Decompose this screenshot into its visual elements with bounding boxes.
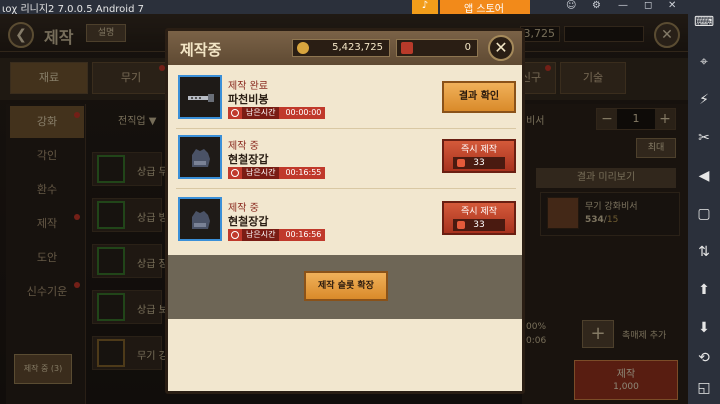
maximize-icon[interactable]: ◻ <box>644 0 652 11</box>
app-store-button[interactable]: 앱 스토어 <box>440 0 530 14</box>
craft-slot: 제작 중 현철장갑 남은시간 00:16:55 즉시 제작 33 <box>176 131 516 189</box>
remaining-time: 남은시간 00:00:00 <box>228 107 326 119</box>
close-icon[interactable]: ✕ <box>488 35 514 61</box>
modal-title: 제작중 <box>180 41 222 59</box>
instant-craft-button[interactable]: 즉시 제작 33 <box>442 139 516 173</box>
craft-slot: 제작 완료 파천비봉 남은시간 00:00:00 결과 확인 <box>176 71 516 129</box>
clock-icon <box>231 231 239 239</box>
minimize-icon[interactable]: — <box>618 0 628 11</box>
instant-label: 즉시 제작 <box>461 145 497 155</box>
gauntlet-icon <box>178 135 222 179</box>
slot-status: 제작 중 <box>228 141 259 152</box>
coin-icon <box>297 42 309 54</box>
modal-header: 제작중 5,423,725 0 ✕ <box>168 31 522 65</box>
slot-item-name: 현철장갑 <box>228 215 269 228</box>
time-value: 00:16:56 <box>285 230 322 239</box>
cost-value: 33 <box>473 158 485 168</box>
clock-icon <box>231 109 239 117</box>
gem-amount: 0 <box>464 42 471 53</box>
instant-craft-button[interactable]: 즉시 제작 33 <box>442 201 516 235</box>
slot-item-name: 파천비봉 <box>228 93 269 106</box>
gem-display: 0 <box>396 39 478 57</box>
shake-icon[interactable]: ⇅ <box>692 240 716 264</box>
emulator-title-bar: ιοχ 리니지2 7.0.0.5 Android 7 ♪ 앱 스토어 ☺ ⚙ —… <box>0 0 688 14</box>
red-gem-icon <box>401 42 413 54</box>
clock-icon <box>231 169 239 177</box>
check-result-button[interactable]: 결과 확인 <box>442 81 516 113</box>
download-icon[interactable]: ⬇ <box>692 316 716 340</box>
dagger-icon <box>178 75 222 119</box>
music-icon[interactable]: ♪ <box>412 0 438 14</box>
keyboard-icon[interactable]: ⌨ <box>692 10 716 34</box>
gold-amount: 5,423,725 <box>332 42 383 53</box>
time-value: 00:00:00 <box>285 108 322 117</box>
rotate-icon[interactable]: ⟲ <box>692 346 716 370</box>
time-label: 남은시간 <box>242 167 280 179</box>
window-icon[interactable]: ▢ <box>692 202 716 226</box>
slot-item-name: 현철장갑 <box>228 153 269 166</box>
profile-icon[interactable]: ☺ <box>566 0 576 11</box>
expand-slot-button[interactable]: 제작 슬롯 확장 <box>304 271 388 301</box>
emulator-title: ιοχ 리니지2 7.0.0.5 Android 7 <box>2 4 144 14</box>
flash-icon[interactable]: ⚡ <box>692 88 716 112</box>
time-value: 00:16:55 <box>285 168 322 177</box>
settings-icon[interactable]: ⚙ <box>592 0 601 11</box>
multi-window-icon[interactable]: ◱ <box>692 376 716 400</box>
gauntlet-icon <box>178 197 222 241</box>
instant-cost: 33 <box>453 219 505 231</box>
slot-status: 제작 중 <box>228 203 259 214</box>
slot-status: 제작 완료 <box>228 81 268 92</box>
craft-slot: 제작 중 현철장갑 남은시간 00:16:56 즉시 제작 33 <box>176 193 516 251</box>
red-gem-icon <box>457 159 465 167</box>
time-label: 남은시간 <box>242 107 280 119</box>
cost-value: 33 <box>473 220 485 230</box>
instant-cost: 33 <box>453 157 505 169</box>
upload-icon[interactable]: ⬆ <box>692 278 716 302</box>
remaining-time: 남은시간 00:16:56 <box>228 229 326 241</box>
volume-icon[interactable]: ◀ <box>692 164 716 188</box>
emulator-sidebar: ⌨ ⌖ ⚡ ✂ ◀ ▢ ⇅ ⬆ ⬇ ⟲ ◱ <box>688 0 720 404</box>
window-close-icon[interactable]: ✕ <box>668 0 676 11</box>
gold-display: 5,423,725 <box>292 39 390 57</box>
location-icon[interactable]: ⌖ <box>692 50 716 74</box>
time-label: 남은시간 <box>242 229 280 241</box>
red-gem-icon <box>457 221 465 229</box>
modal-footer: 제작 슬롯 확장 <box>168 255 522 319</box>
instant-label: 즉시 제작 <box>461 207 497 217</box>
crafting-modal: 제작중 5,423,725 0 ✕ 제작 완료 파천비봉 남은시간 00:00:0… <box>165 28 525 394</box>
screenshot-icon[interactable]: ✂ <box>692 126 716 150</box>
modal-empty-area <box>168 319 522 391</box>
remaining-time: 남은시간 00:16:55 <box>228 167 326 179</box>
